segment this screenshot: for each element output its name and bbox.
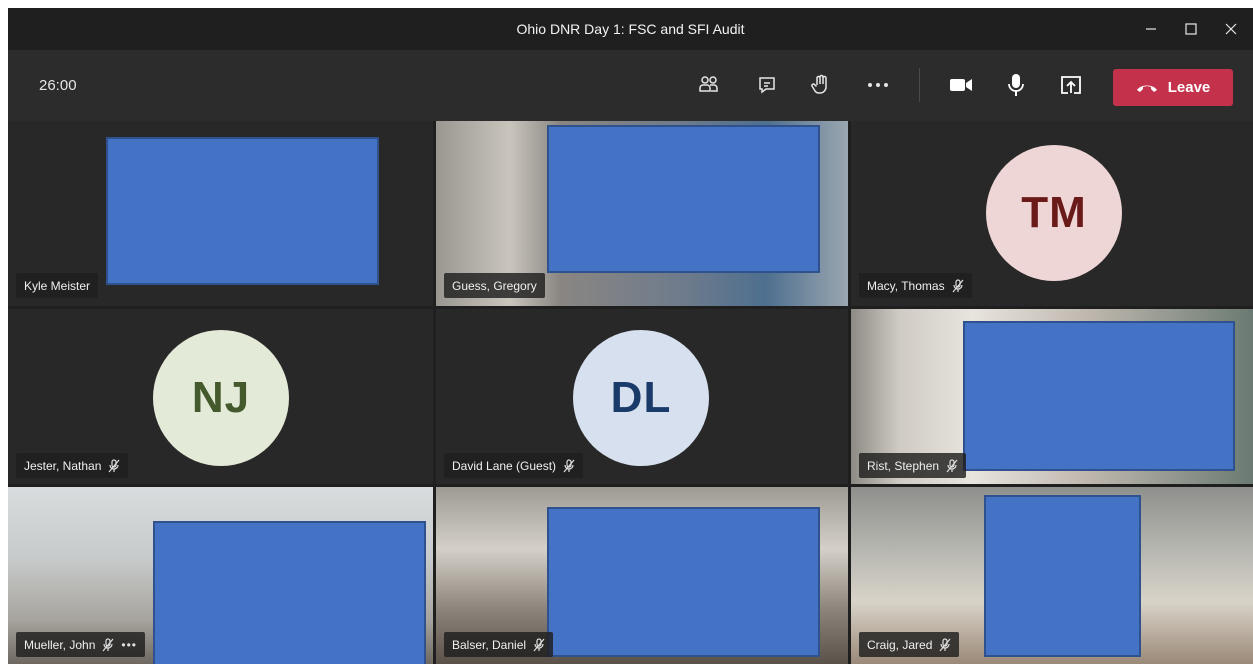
mic-off-icon bbox=[939, 637, 951, 652]
participant-tile-macy-thomas[interactable]: TM Macy, Thomas bbox=[851, 121, 1253, 306]
participant-tile-kyle-meister[interactable]: Kyle Meister bbox=[8, 121, 433, 306]
redacted-video bbox=[153, 521, 426, 664]
meeting-toolbar: 26:00 Leave bbox=[8, 50, 1253, 121]
mic-off-icon bbox=[946, 458, 958, 473]
minimize-icon bbox=[1146, 28, 1156, 30]
window-title: Ohio DNR Day 1: FSC and SFI Audit bbox=[516, 21, 745, 37]
redacted-video bbox=[547, 125, 820, 273]
microphone-icon bbox=[1008, 74, 1024, 96]
participant-nameplate: Guess, Gregory bbox=[444, 273, 545, 298]
mic-off-icon bbox=[102, 637, 114, 652]
title-bar: Ohio DNR Day 1: FSC and SFI Audit bbox=[8, 8, 1253, 50]
redacted-video bbox=[547, 507, 820, 657]
participant-tile-balser-daniel[interactable]: Balser, Daniel bbox=[436, 487, 848, 664]
participants-icon bbox=[699, 76, 718, 92]
share-screen-icon bbox=[1061, 76, 1081, 94]
participant-tile-craig-jared[interactable]: Craig, Jared bbox=[851, 487, 1253, 664]
hang-up-icon bbox=[1136, 85, 1157, 92]
redacted-video bbox=[963, 321, 1235, 471]
camera-button[interactable] bbox=[943, 67, 979, 103]
more-icon[interactable]: ••• bbox=[121, 638, 137, 652]
participant-name: Mueller, John bbox=[24, 637, 96, 652]
participant-nameplate: Rist, Stephen bbox=[859, 453, 967, 478]
camera-icon bbox=[950, 79, 972, 91]
chat-button[interactable] bbox=[749, 67, 785, 103]
more-options-icon bbox=[868, 83, 888, 87]
close-button[interactable] bbox=[1211, 8, 1251, 50]
share-screen-button[interactable] bbox=[1053, 67, 1089, 103]
chat-icon bbox=[759, 77, 775, 94]
participant-tile-guess-gregory[interactable]: Guess, Gregory bbox=[436, 121, 848, 306]
participant-name: Jester, Nathan bbox=[24, 458, 102, 473]
participant-nameplate: Balser, Daniel bbox=[444, 632, 554, 657]
mic-off-icon bbox=[108, 458, 120, 473]
leave-button[interactable]: Leave bbox=[1113, 69, 1233, 106]
mic-off-icon bbox=[563, 458, 575, 473]
redacted-video bbox=[984, 495, 1141, 657]
participant-name: Craig, Jared bbox=[867, 637, 933, 652]
raise-hand-button[interactable] bbox=[803, 67, 839, 103]
participant-nameplate: Craig, Jared bbox=[859, 632, 960, 657]
meeting-timer: 26:00 bbox=[39, 77, 77, 94]
raise-hand-icon bbox=[811, 74, 827, 94]
participant-nameplate: Kyle Meister bbox=[16, 273, 99, 298]
avatar: TM bbox=[986, 145, 1122, 281]
mic-off-icon bbox=[952, 278, 964, 293]
avatar: DL bbox=[573, 330, 709, 466]
participant-name: Macy, Thomas bbox=[867, 278, 945, 293]
minimize-button[interactable] bbox=[1131, 8, 1171, 50]
video-grid: Kyle Meister Guess, Gregory TM Macy, Tho… bbox=[8, 121, 1253, 664]
participant-tile-rist-stephen[interactable]: Rist, Stephen bbox=[851, 309, 1253, 484]
meeting-window: Ohio DNR Day 1: FSC and SFI Audit 26:00 bbox=[8, 8, 1253, 664]
participant-name: Kyle Meister bbox=[24, 278, 91, 293]
participant-nameplate: Mueller, John ••• bbox=[16, 632, 145, 657]
mic-off-icon bbox=[533, 637, 545, 652]
participant-tile-jester-nathan[interactable]: NJ Jester, Nathan bbox=[8, 309, 433, 484]
redacted-video bbox=[106, 137, 379, 285]
participant-name: Guess, Gregory bbox=[452, 278, 537, 293]
participant-name: Balser, Daniel bbox=[452, 637, 527, 652]
microphone-button[interactable] bbox=[998, 67, 1034, 103]
participant-nameplate: Macy, Thomas bbox=[859, 273, 972, 298]
avatar: NJ bbox=[153, 330, 289, 466]
participant-nameplate: Jester, Nathan bbox=[16, 453, 129, 478]
close-icon bbox=[1225, 23, 1237, 35]
maximize-icon bbox=[1185, 23, 1197, 35]
participant-tile-mueller-john[interactable]: Mueller, John ••• bbox=[8, 487, 433, 664]
participant-name: David Lane (Guest) bbox=[452, 458, 557, 473]
more-options-button[interactable] bbox=[860, 67, 896, 103]
participant-tile-david-lane[interactable]: DL David Lane (Guest) bbox=[436, 309, 848, 484]
toolbar-separator bbox=[919, 68, 920, 102]
maximize-button[interactable] bbox=[1171, 8, 1211, 50]
leave-label: Leave bbox=[1167, 79, 1211, 96]
participant-nameplate: David Lane (Guest) bbox=[444, 453, 584, 478]
participant-name: Rist, Stephen bbox=[867, 458, 940, 473]
participants-button[interactable] bbox=[691, 67, 727, 103]
